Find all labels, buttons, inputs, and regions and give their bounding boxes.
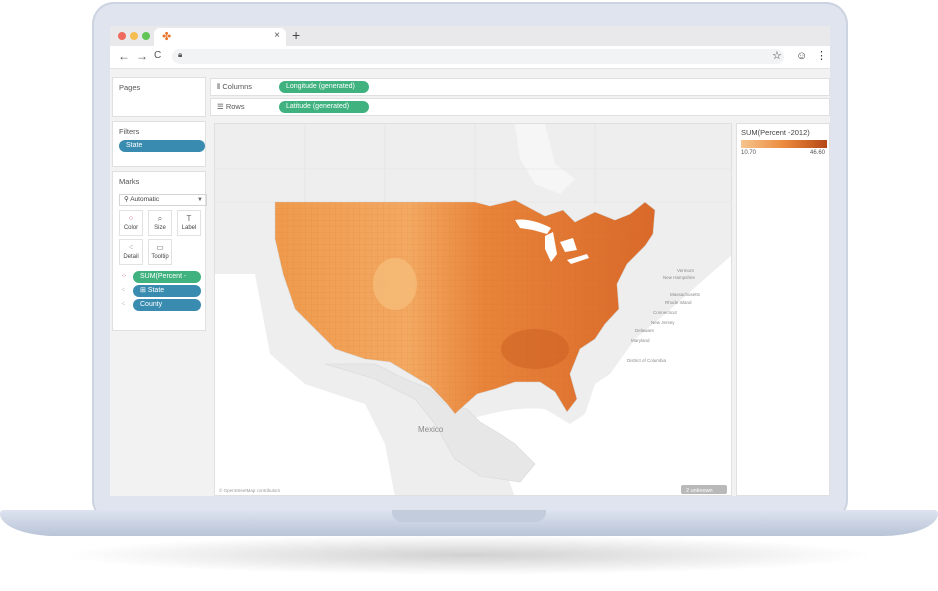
browser-tab-bar: ✤ × + [110, 26, 830, 46]
laptop-screen: ✤ × + ← → C 🔒︎ ☆ ☺ ⋮ Pages ⦀ Columns Lon… [110, 26, 830, 496]
tableau-logo-icon: ✤ [162, 31, 172, 43]
state-field-pill[interactable]: ⊞ State [133, 285, 201, 297]
place-label: District of Columbia [627, 358, 667, 363]
place-label: Maryland [631, 338, 650, 343]
size-button[interactable]: ⌕ Size [148, 210, 172, 236]
light-region [373, 258, 417, 310]
map-attribution: © OpenStreetMap contributors [219, 487, 281, 493]
detail-icon: ⁖ [128, 243, 134, 252]
size-icon: ⌕ [157, 214, 163, 223]
rows-shelf[interactable]: ☰ Rows Latitude (generated) [210, 98, 830, 116]
columns-pill[interactable]: Longitude (generated) [279, 81, 369, 93]
minimize-window-dot[interactable] [130, 32, 138, 40]
filter-pill-state[interactable]: State [119, 140, 205, 152]
color-dots-icon: ⁘ [127, 214, 135, 223]
color-field-pill[interactable]: SUM(Percent - [133, 271, 201, 283]
label-button[interactable]: T Label [177, 210, 201, 236]
lock-icon: 🔒︎ [178, 50, 183, 59]
menu-icon[interactable]: ⋮ [816, 49, 827, 63]
legend-max: 46.60 [809, 150, 825, 156]
columns-label: ⦀ Columns [217, 82, 252, 91]
place-label: Vermont [677, 268, 695, 273]
reload-button[interactable]: C [154, 49, 161, 63]
place-label: Delaware [635, 328, 655, 333]
dark-region [501, 329, 569, 369]
label-icon: T [186, 214, 192, 223]
mark-type-dropdown[interactable]: ⚲ Automatic ▼ [119, 194, 207, 206]
map-svg: Vermont New Hampshire Massachusetts Rhod… [215, 124, 731, 495]
browser-nav-bar: ← → C 🔒︎ ☆ ☺ ⋮ [110, 46, 830, 69]
plus-icon: ⊞ [140, 287, 148, 294]
laptop-notch [392, 510, 546, 522]
tooltip-icon: ▭ [156, 243, 164, 252]
place-label: Connecticut [653, 310, 678, 315]
close-tab-icon[interactable]: × [274, 30, 280, 42]
tableau-workspace: Pages ⦀ Columns Longitude (generated) ☰ … [110, 69, 830, 496]
legend-title: SUM(Percent -2012) [741, 128, 810, 137]
detail-button[interactable]: ⁖ Detail [119, 239, 143, 265]
place-label: Rhode Island [665, 300, 692, 305]
detail-field-icon: ⁖ [121, 287, 126, 294]
color-button[interactable]: ⁘ Color [119, 210, 143, 236]
back-button[interactable]: ← [118, 49, 130, 63]
color-field-icon: ⁘ [121, 273, 127, 280]
county-field-pill[interactable]: County [133, 299, 201, 311]
map-view[interactable]: Vermont New Hampshire Massachusetts Rhod… [214, 123, 732, 496]
close-window-dot[interactable] [118, 32, 126, 40]
place-label: New Hampshire [663, 275, 696, 280]
place-label: Massachusetts [670, 292, 701, 297]
address-bar[interactable]: 🔒︎ [172, 49, 784, 64]
chevron-down-icon: ▼ [197, 197, 203, 203]
forward-button[interactable]: → [136, 49, 148, 63]
legend-min: 10.70 [741, 150, 757, 156]
bookmark-star-icon[interactable]: ☆ [772, 49, 782, 63]
maximize-window-dot[interactable] [142, 32, 150, 40]
browser-tab[interactable]: ✤ × [154, 28, 286, 46]
profile-icon[interactable]: ☺ [796, 49, 807, 63]
pages-title: Pages [119, 83, 141, 92]
unknown-badge-text: 2 unknown [686, 488, 713, 494]
detail-field-icon-2: ⁖ [121, 301, 126, 308]
place-label: New Jersey [651, 320, 675, 325]
legend-color-ramp [741, 140, 827, 148]
filters-card: Filters State [112, 121, 206, 167]
columns-shelf[interactable]: ⦀ Columns Longitude (generated) [210, 78, 830, 96]
rows-label: ☰ Rows [217, 102, 245, 111]
marks-title: Marks [119, 177, 140, 186]
rows-icon: ☰ [217, 102, 226, 111]
color-legend[interactable]: SUM(Percent -2012) 10.70 46.60 [736, 123, 830, 496]
pages-card: Pages [112, 77, 206, 117]
rows-pill[interactable]: Latitude (generated) [279, 101, 369, 113]
marks-card: Marks ⚲ Automatic ▼ ⁘ Color ⌕ Size T Lab… [112, 171, 207, 331]
filters-title: Filters [119, 127, 140, 136]
mexico-label: Mexico [418, 425, 444, 434]
laptop-shadow [60, 535, 878, 575]
new-tab-button[interactable]: + [292, 27, 300, 43]
tooltip-button[interactable]: ▭ Tooltip [148, 239, 172, 265]
